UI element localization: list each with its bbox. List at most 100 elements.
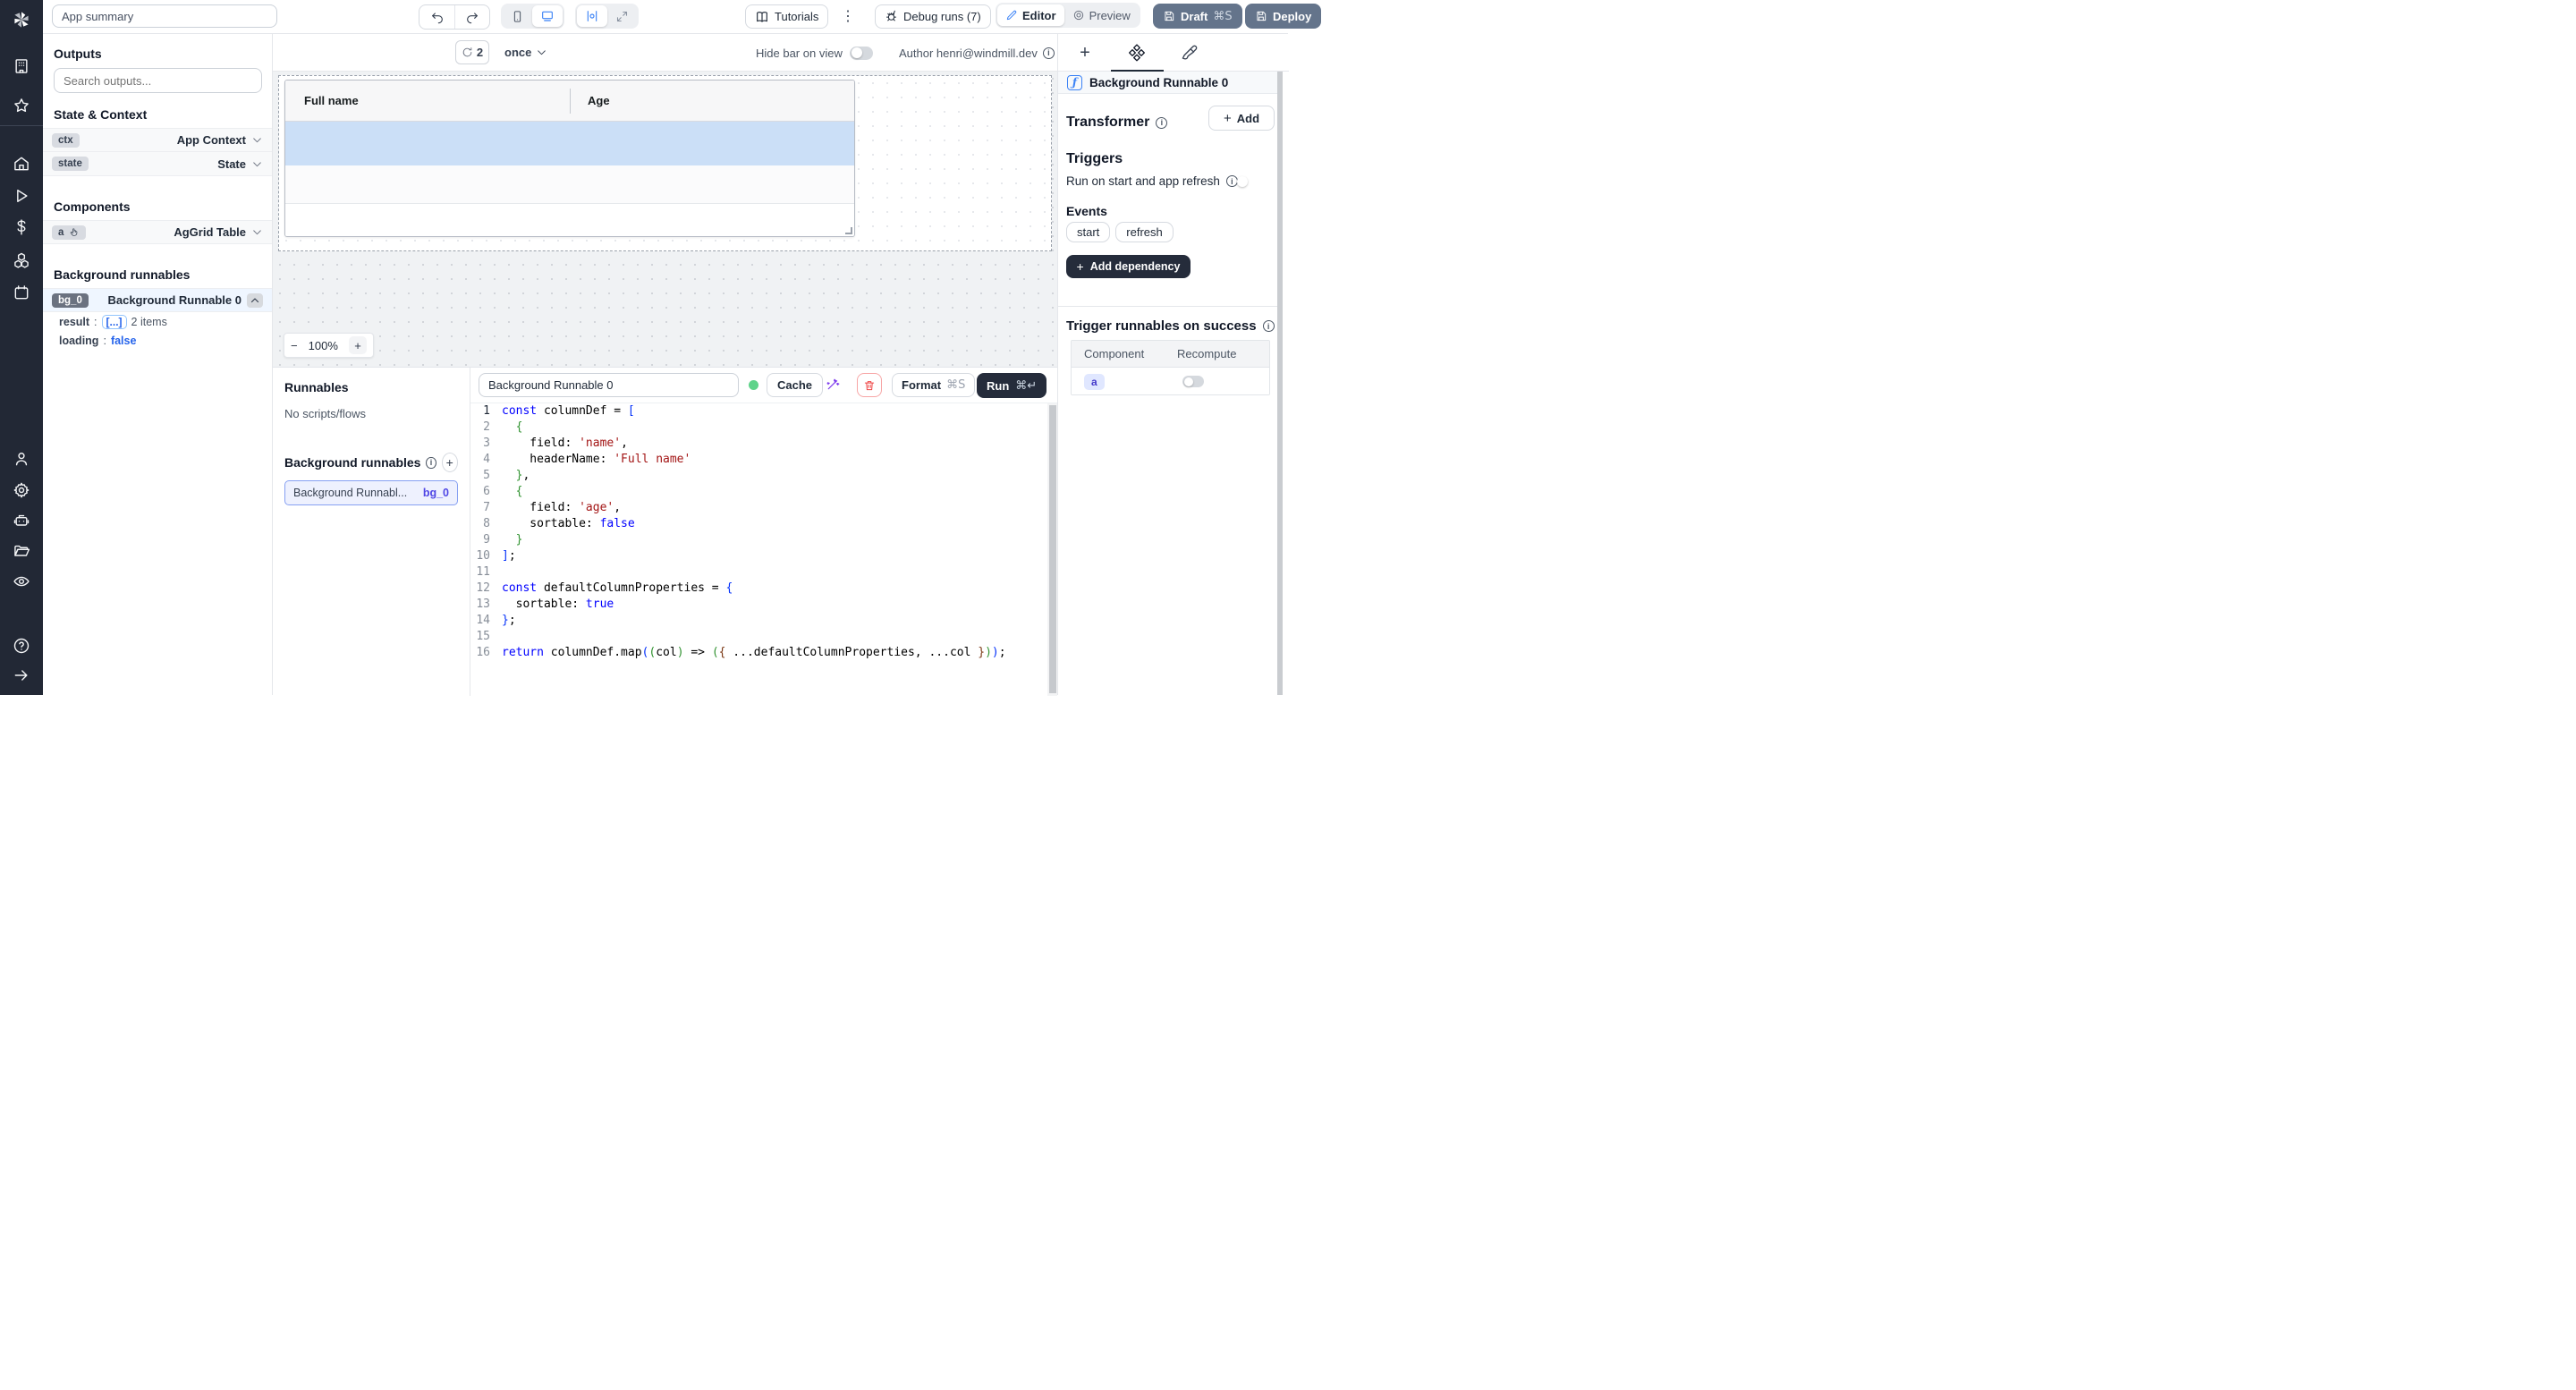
schedules-icon[interactable] [13,284,30,301]
runs-icon[interactable] [13,187,30,205]
workspace-icon[interactable] [13,57,30,75]
component-a-badge: a [52,225,86,240]
center-layout-button[interactable] [577,5,607,27]
loading-row[interactable]: loading : false [43,332,272,350]
favorites-star-icon[interactable] [13,97,30,114]
mobile-view-button[interactable] [503,5,532,27]
expand-rail-arrow-icon[interactable] [13,666,30,684]
info-icon[interactable]: i [1156,117,1167,129]
refresh-count-button[interactable]: 2 [455,40,489,64]
column-header-age[interactable]: Age [570,94,610,107]
bg0-runnable-id: bg_0 [423,487,449,499]
info-icon[interactable]: i [1043,47,1055,59]
format-button[interactable]: Format ⌘S [892,373,975,397]
app-grid-area[interactable]: Full name Age [278,75,1052,251]
table-row[interactable] [285,204,854,237]
book-icon [755,10,769,24]
add-label: Add [1237,112,1259,125]
undo-redo-group [419,4,490,30]
code-scrollbar[interactable] [1047,403,1057,696]
resources-icon[interactable] [13,251,30,269]
chevron-down-icon[interactable] [251,134,263,146]
styling-brush-tab[interactable] [1179,43,1199,63]
audit-eye-icon[interactable] [13,572,30,590]
table-row-selected[interactable] [285,122,854,165]
settings-panel: + ƒ Background Runnable 0 Transformeri +… [1057,34,1288,695]
deploy-label: Deploy [1273,10,1311,23]
run-on-start-label: Run on start and app refresh [1066,174,1220,188]
bg0-runnable-label: Background Runnabl... [293,487,407,499]
folders-icon[interactable] [13,542,30,560]
kebab-menu-icon[interactable]: ⋮ [841,7,855,25]
aggrid-table-component[interactable]: Full name Age [284,80,855,237]
chevron-up-icon[interactable] [247,293,263,308]
draft-button[interactable]: Draft ⌘S [1153,4,1242,29]
info-icon[interactable]: i [1263,320,1275,332]
ctx-badge: ctx [52,133,80,148]
cache-label: Cache [777,378,812,392]
refresh-mode-dropdown[interactable]: once [504,40,547,64]
add-runnable-button[interactable]: + [442,453,458,472]
redo-button[interactable] [454,5,489,29]
ctx-row[interactable]: ctx App Context [43,128,272,152]
preview-tab[interactable]: Preview [1064,4,1139,26]
hide-bar-toggle[interactable] [850,47,873,60]
aggrid-header-row: Full name Age [285,81,854,122]
result-collapsed-token[interactable]: [...] [102,315,127,329]
recompute-toggle[interactable] [1182,376,1204,387]
workers-robot-icon[interactable] [13,512,30,530]
full-width-layout-button[interactable] [607,5,637,27]
table-row[interactable] [285,165,854,204]
variables-icon[interactable] [13,218,30,236]
app-summary-input[interactable] [52,4,277,28]
panel-scrollbar[interactable] [1277,72,1283,695]
windmill-logo-icon[interactable] [10,8,33,31]
event-chip-start[interactable]: start [1066,222,1110,242]
hide-bar-label: Hide bar on view [756,47,843,60]
run-button[interactable]: Run ⌘↵ [977,373,1046,398]
refresh-count: 2 [477,46,483,59]
component-a-chip[interactable]: a [1084,375,1182,388]
chevron-down-icon[interactable] [251,158,263,170]
bg0-row[interactable]: bg_0 Background Runnable 0 [43,288,272,312]
settings-gear-icon[interactable] [13,481,30,499]
component-a-row[interactable]: a AgGrid Table [43,220,272,244]
component-settings-tab[interactable] [1127,43,1147,63]
undo-button[interactable] [419,5,454,29]
resize-handle[interactable] [845,227,852,234]
debug-runs-button[interactable]: Debug runs (7) [875,4,991,29]
background-runnables-title: Background runnables [43,267,272,282]
hand-pointer-icon [69,227,80,238]
state-row[interactable]: state State [43,152,272,176]
deploy-button[interactable]: Deploy [1245,4,1321,29]
runnable-name-input[interactable] [479,373,739,397]
refresh-icon [462,47,473,58]
bg0-runnable-item[interactable]: Background Runnabl... bg_0 [284,480,458,505]
column-header-full-name[interactable]: Full name [285,94,570,107]
editor-tab[interactable]: Editor [997,4,1064,26]
delete-runnable-button[interactable] [857,373,882,397]
editor-tab-label: Editor [1022,9,1056,22]
info-icon[interactable]: i [1226,175,1238,187]
ai-wand-icon[interactable] [825,377,840,393]
user-icon[interactable] [13,450,30,468]
add-dependency-button[interactable]: +Add dependency [1066,255,1191,278]
info-icon[interactable]: i [426,457,436,469]
canvas-body[interactable]: Full name Age − 100% + [273,72,1057,367]
zoom-out-button[interactable]: − [291,339,298,352]
tutorials-button[interactable]: Tutorials [745,4,828,29]
home-icon[interactable] [13,155,30,173]
chevron-down-icon[interactable] [251,226,263,238]
cache-button[interactable]: Cache [767,373,823,397]
desktop-view-button[interactable] [532,5,563,27]
zoom-in-button[interactable]: + [349,336,367,354]
help-icon[interactable] [13,637,30,655]
insert-component-tab[interactable]: + [1075,43,1095,63]
add-transformer-button[interactable]: +Add [1208,106,1275,131]
code-lines[interactable]: 1const columnDef = [2 {3 field: 'name',4… [470,403,1047,696]
search-outputs-input[interactable] [54,68,262,93]
bg0-label: Background Runnable 0 [107,293,242,307]
result-row[interactable]: result : [...] 2 items [43,312,272,332]
runnables-title: Runnables [284,380,458,394]
event-chip-refresh[interactable]: refresh [1115,222,1173,242]
